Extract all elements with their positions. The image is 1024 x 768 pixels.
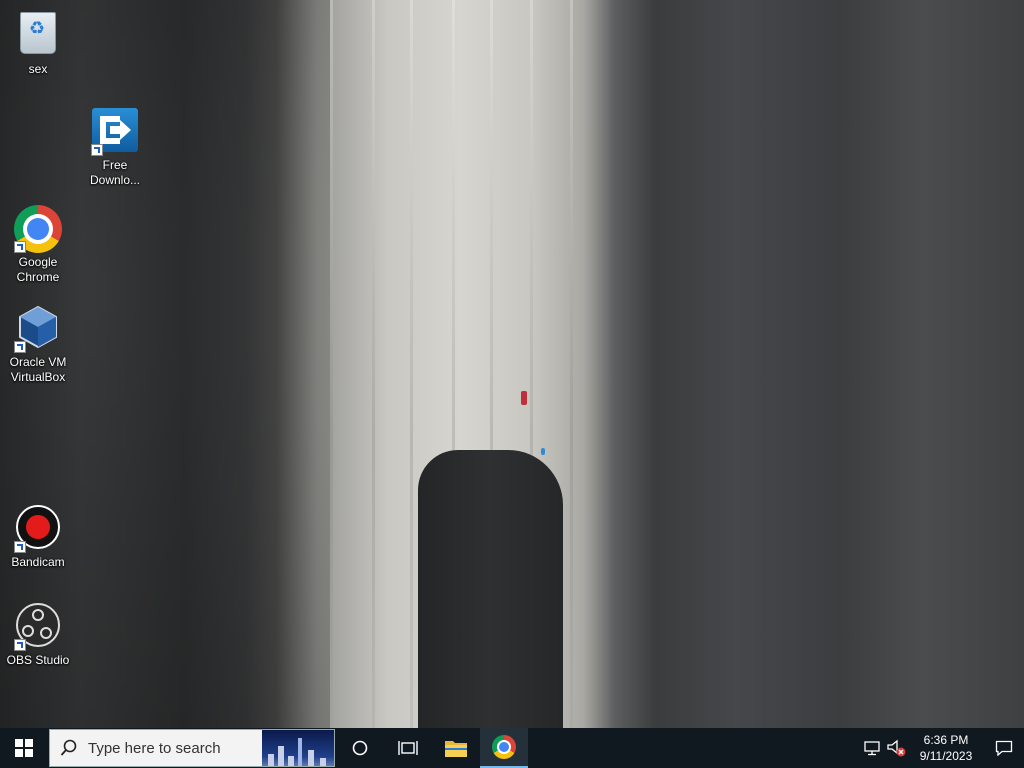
clock-date: 9/11/2023 xyxy=(919,749,973,763)
rock-pillar xyxy=(418,450,563,728)
network-button[interactable] xyxy=(860,728,884,768)
bandicam-icon xyxy=(14,505,62,553)
rock-streak xyxy=(570,0,573,728)
shortcut-arrow-icon xyxy=(91,144,103,156)
notification-icon xyxy=(995,740,1013,756)
rock-streak xyxy=(372,0,375,728)
search-icon xyxy=(60,739,77,756)
desktop-icon-label: sex xyxy=(28,62,48,76)
free-download-manager-icon xyxy=(91,108,139,156)
desktop-icon-label: Bandicam xyxy=(11,555,65,569)
rock-streak xyxy=(410,0,413,728)
volume-muted-icon xyxy=(887,739,906,757)
climber-blue xyxy=(541,448,545,455)
action-center-button[interactable] xyxy=(984,728,1024,768)
system-tray: 6:36 PM 9/11/2023 xyxy=(860,728,1024,768)
rock-streak xyxy=(330,0,333,728)
desktop-icon-bandicam[interactable]: Bandicam xyxy=(0,503,76,570)
desktop-icon-obs-studio[interactable]: OBS Studio xyxy=(0,601,76,668)
climber-red xyxy=(521,391,527,405)
file-explorer-icon xyxy=(445,741,467,757)
clock-time: 6:36 PM xyxy=(923,733,969,747)
task-view-button[interactable] xyxy=(384,728,432,768)
start-button[interactable] xyxy=(0,728,48,768)
shortcut-arrow-icon xyxy=(14,541,26,553)
desktop-icon-label: Free Downlo... xyxy=(89,158,141,187)
desktop-icon-free-download-manager[interactable]: Free Downlo... xyxy=(77,106,153,188)
search-box[interactable]: Type here to search xyxy=(49,729,335,767)
virtualbox-icon xyxy=(14,305,62,353)
search-placeholder: Type here to search xyxy=(88,739,221,757)
chrome-icon xyxy=(14,205,62,253)
search-highlight-art xyxy=(262,730,334,766)
windows-logo-icon xyxy=(15,739,33,757)
cortana-button[interactable] xyxy=(336,728,384,768)
chrome-icon xyxy=(492,735,516,759)
desktop-wallpaper xyxy=(0,0,1024,728)
recycle-bin-icon xyxy=(14,12,62,60)
taskbar: Type here to search 6:36 PM 9/11/2023 xyxy=(0,728,1024,768)
desktop-icon-google-chrome[interactable]: Google Chrome xyxy=(0,205,76,285)
shortcut-arrow-icon xyxy=(14,341,26,353)
desktop-icon-virtualbox[interactable]: Oracle VM VirtualBox xyxy=(0,303,76,385)
volume-button[interactable] xyxy=(884,728,908,768)
obs-icon xyxy=(14,603,62,651)
file-explorer-button[interactable] xyxy=(432,728,480,768)
network-icon xyxy=(864,741,880,756)
desktop-icon-label: OBS Studio xyxy=(6,653,70,667)
desktop-icon-label: Oracle VM VirtualBox xyxy=(9,355,67,384)
desktop-icon-recycle-bin[interactable]: sex xyxy=(0,8,76,77)
shortcut-arrow-icon xyxy=(14,241,26,253)
chrome-taskbar-button[interactable] xyxy=(480,728,528,768)
shortcut-arrow-icon xyxy=(14,639,26,651)
desktop-icon-label: Google Chrome xyxy=(16,255,60,284)
task-view-icon xyxy=(398,741,418,755)
cortana-icon xyxy=(352,740,368,756)
clock[interactable]: 6:36 PM 9/11/2023 xyxy=(908,732,984,764)
